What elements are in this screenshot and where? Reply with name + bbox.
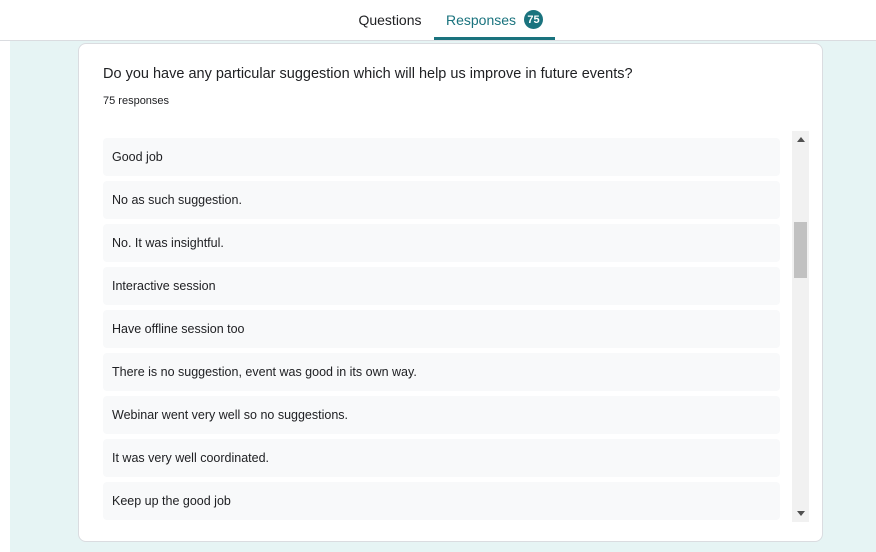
tab-responses-label: Responses xyxy=(445,11,517,28)
scroll-up-button[interactable] xyxy=(792,131,809,148)
question-title: Do you have any particular suggestion wh… xyxy=(103,66,633,82)
list-item: Interactive session xyxy=(103,267,780,305)
tab-questions[interactable]: Questions xyxy=(355,0,425,40)
responses-count-badge: 75 xyxy=(524,10,544,29)
list-item: Keep up the good job xyxy=(103,482,780,520)
response-count: 75 responses xyxy=(103,95,170,107)
question-card: Do you have any particular suggestion wh… xyxy=(78,43,823,542)
tab-bar: Questions Responses 75 xyxy=(0,0,876,41)
list-item: No. It was insightful. xyxy=(103,224,780,262)
response-list[interactable]: Good job No as such suggestion. No. It w… xyxy=(103,132,780,520)
scroll-thumb[interactable] xyxy=(794,222,807,278)
response-list-scrollbar[interactable] xyxy=(792,131,809,522)
scroll-down-button[interactable] xyxy=(792,505,809,522)
tab-responses[interactable]: Responses 75 xyxy=(434,0,555,40)
arrow-up-icon xyxy=(796,137,805,142)
tab-questions-label: Questions xyxy=(358,12,422,28)
list-item: Have offline session too xyxy=(103,310,780,348)
list-item: It was very well coordinated. xyxy=(103,439,780,477)
list-item: No as such suggestion. xyxy=(103,181,780,219)
arrow-down-icon xyxy=(796,511,805,516)
list-item: Webinar went very well so no suggestions… xyxy=(103,396,780,434)
list-item: There is no suggestion, event was good i… xyxy=(103,353,780,391)
list-item: Good job xyxy=(103,138,780,176)
